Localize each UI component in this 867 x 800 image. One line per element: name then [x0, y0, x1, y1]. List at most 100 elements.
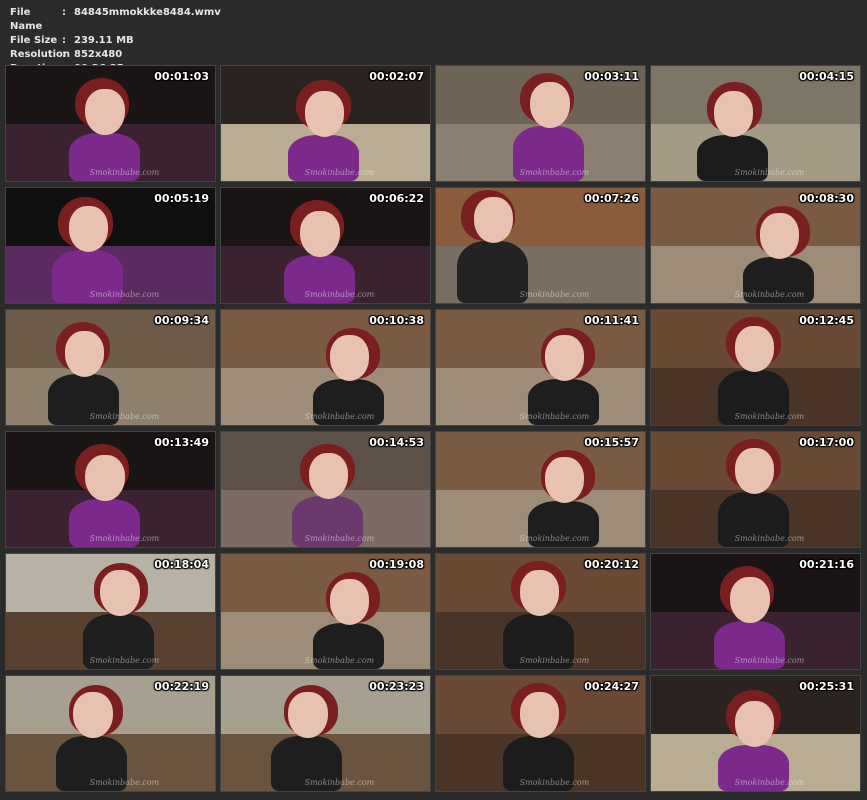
- watermark: Smokinbabe.com: [304, 412, 375, 421]
- thumbnail-timestamp: 00:23:23: [369, 680, 424, 693]
- thumbnail-image: [651, 310, 860, 425]
- figure-face: [734, 448, 775, 495]
- thumbnail[interactable]: Smokinbabe.com 00:24:27: [435, 675, 646, 792]
- info-separator: :: [62, 7, 66, 18]
- watermark: Smokinbabe.com: [519, 412, 590, 421]
- thumbnail-timestamp: 00:24:27: [584, 680, 639, 693]
- thumbnail[interactable]: Smokinbabe.com 00:01:03: [5, 65, 216, 182]
- thumbnail-image: [436, 554, 645, 669]
- figure-face: [85, 89, 126, 135]
- thumbnail-image: [6, 188, 215, 303]
- thumbnail-image: [221, 188, 430, 303]
- thumbnail[interactable]: Smokinbabe.com 00:18:04: [5, 553, 216, 670]
- thumbnail-timestamp: 00:19:08: [369, 558, 424, 571]
- thumbnail[interactable]: Smokinbabe.com 00:07:26: [435, 187, 646, 304]
- figure-face: [519, 570, 560, 617]
- thumbnail-image: [436, 310, 645, 425]
- thumbnail-grid: Smokinbabe.com 00:01:03 Smokinbabe.com 00:0…: [5, 65, 863, 792]
- thumbnail-timestamp: 00:21:16: [799, 558, 854, 571]
- thumbnail-timestamp: 00:12:45: [799, 314, 854, 327]
- info-key: File Size: [10, 35, 58, 46]
- thumbnail-image: [221, 554, 430, 669]
- thumbnail[interactable]: Smokinbabe.com 00:08:30: [650, 187, 861, 304]
- thumbnail[interactable]: Smokinbabe.com 00:15:57: [435, 431, 646, 548]
- info-row-resolution: Resolution : 852x480: [10, 48, 221, 62]
- thumbnail-timestamp: 00:09:34: [154, 314, 209, 327]
- thumbnail[interactable]: Smokinbabe.com 00:17:00: [650, 431, 861, 548]
- thumbnail-timestamp: 00:02:07: [369, 70, 424, 83]
- thumbnail-timestamp: 00:15:57: [584, 436, 639, 449]
- thumbnail[interactable]: Smokinbabe.com 00:19:08: [220, 553, 431, 670]
- watermark: Smokinbabe.com: [89, 290, 160, 299]
- info-separator: :: [62, 49, 66, 60]
- watermark: Smokinbabe.com: [734, 412, 805, 421]
- thumbnail-image: [436, 66, 645, 181]
- thumbnail-image: [6, 66, 215, 181]
- info-value: 852x480: [74, 49, 123, 60]
- watermark: Smokinbabe.com: [734, 290, 805, 299]
- thumbnail[interactable]: Smokinbabe.com 00:03:11: [435, 65, 646, 182]
- thumbnail[interactable]: Smokinbabe.com 00:25:31: [650, 675, 861, 792]
- figure-face: [530, 82, 570, 129]
- thumbnail[interactable]: Smokinbabe.com 00:04:15: [650, 65, 861, 182]
- thumbnail-timestamp: 00:01:03: [154, 70, 209, 83]
- thumbnail[interactable]: Smokinbabe.com 00:12:45: [650, 309, 861, 426]
- thumbnail-image: [221, 310, 430, 425]
- thumbnail-timestamp: 00:20:12: [584, 558, 639, 571]
- figure-face: [85, 455, 126, 501]
- thumbnail[interactable]: Smokinbabe.com 00:22:19: [5, 675, 216, 792]
- thumbnail[interactable]: Smokinbabe.com 00:02:07: [220, 65, 431, 182]
- watermark: Smokinbabe.com: [304, 656, 375, 665]
- info-row-file-name: File Name : 84845mmokkke8484.wmv: [10, 6, 221, 34]
- watermark: Smokinbabe.com: [734, 656, 805, 665]
- thumbnail-timestamp: 00:13:49: [154, 436, 209, 449]
- thumbnail-image: [6, 676, 215, 791]
- thumbnail-timestamp: 00:18:04: [154, 558, 209, 571]
- figure-face: [72, 692, 113, 739]
- figure-face: [734, 326, 775, 373]
- thumbnail-image: [221, 432, 430, 547]
- thumbnail-image: [651, 432, 860, 547]
- thumbnail-image: [651, 554, 860, 669]
- thumbnail[interactable]: Smokinbabe.com 00:20:12: [435, 553, 646, 670]
- info-value: 239.11 MB: [74, 35, 134, 46]
- thumbnail[interactable]: Smokinbabe.com 00:23:23: [220, 675, 431, 792]
- thumbnail-image: [221, 66, 430, 181]
- thumbnail[interactable]: Smokinbabe.com 00:13:49: [5, 431, 216, 548]
- thumbnail-image: [651, 66, 860, 181]
- thumbnail[interactable]: Smokinbabe.com 00:06:22: [220, 187, 431, 304]
- watermark: Smokinbabe.com: [304, 290, 375, 299]
- figure-face: [287, 692, 328, 739]
- figure-face: [64, 330, 105, 377]
- thumbnail-image: [436, 432, 645, 547]
- watermark: Smokinbabe.com: [304, 778, 375, 787]
- thumbnail[interactable]: Smokinbabe.com 00:21:16: [650, 553, 861, 670]
- thumbnail[interactable]: Smokinbabe.com 00:10:38: [220, 309, 431, 426]
- thumbnail-timestamp: 00:06:22: [369, 192, 424, 205]
- info-value: 84845mmokkke8484.wmv: [74, 7, 221, 18]
- thumbnail[interactable]: Smokinbabe.com 00:11:41: [435, 309, 646, 426]
- info-key: File Name: [10, 7, 43, 32]
- info-key: Resolution: [10, 49, 71, 60]
- watermark: Smokinbabe.com: [304, 534, 375, 543]
- figure-face: [308, 452, 349, 499]
- thumbnail-timestamp: 00:17:00: [799, 436, 854, 449]
- thumbnail-image: [651, 188, 860, 303]
- watermark: Smokinbabe.com: [734, 534, 805, 543]
- thumbnail-image: [651, 676, 860, 791]
- thumbnail[interactable]: Smokinbabe.com 00:09:34: [5, 309, 216, 426]
- thumbnail-image: [436, 188, 645, 303]
- thumbnail[interactable]: Smokinbabe.com 00:05:19: [5, 187, 216, 304]
- thumbnail-timestamp: 00:11:41: [584, 314, 639, 327]
- figure-face: [300, 211, 341, 257]
- thumbnail[interactable]: Smokinbabe.com 00:14:53: [220, 431, 431, 548]
- info-separator: :: [62, 35, 66, 46]
- thumbnail-timestamp: 00:05:19: [154, 192, 209, 205]
- thumbnail-timestamp: 00:04:15: [799, 70, 854, 83]
- thumbnail-timestamp: 00:08:30: [799, 192, 854, 205]
- thumbnail-image: [221, 676, 430, 791]
- watermark: Smokinbabe.com: [89, 412, 160, 421]
- watermark: Smokinbabe.com: [519, 290, 590, 299]
- watermark: Smokinbabe.com: [89, 168, 160, 177]
- info-row-file-size: File Size : 239.11 MB: [10, 34, 221, 48]
